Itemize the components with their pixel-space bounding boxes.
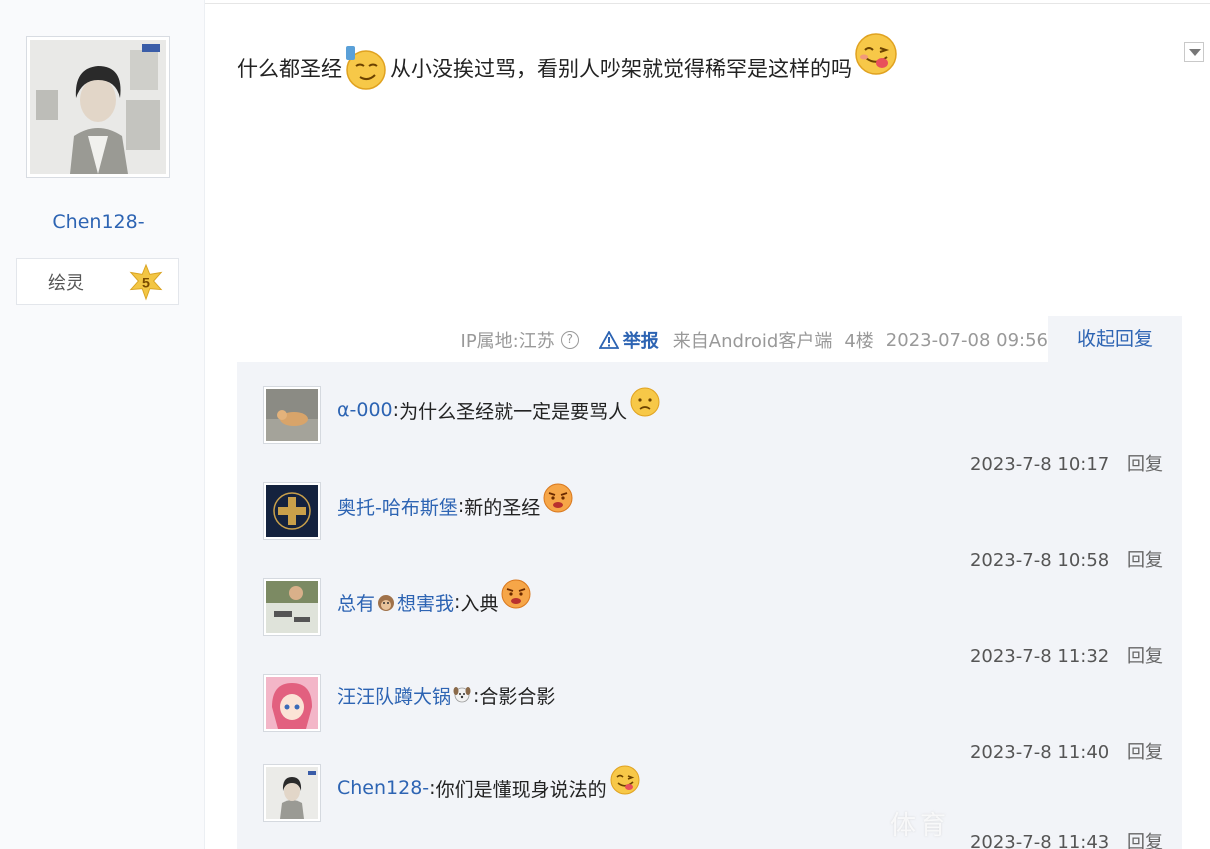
reply-text: 合影合影	[479, 686, 556, 708]
reply-avatar[interactable]	[263, 764, 321, 822]
post-datetime: 2023-07-08 09:56	[885, 329, 1048, 351]
tieba-post: Chen128- 绘灵 5 什么都圣经 从小没挨过骂，看别人吵架就觉得稀罕是这样…	[0, 0, 1210, 849]
author-name[interactable]: Chen128-	[0, 211, 197, 233]
dog-emoji-icon	[453, 686, 471, 702]
reply-time: 2023-7-8 10:58	[969, 550, 1110, 571]
post-text-part2: 从小没挨过骂，看别人吵架就觉得稀罕是这样的吗	[390, 57, 852, 81]
post-meta: IP属地:江苏 ? 举报 来自Android客户端 4楼 2023-07-08 …	[0, 326, 1048, 354]
level-title: 绘灵	[48, 273, 84, 294]
reply-meta: 2023-7-8 10:58 回复	[970, 546, 1163, 572]
reply-button[interactable]: 回复	[1127, 550, 1163, 571]
smug-emoji-icon	[346, 46, 386, 90]
reply-avatar[interactable]	[263, 386, 321, 444]
reply-username[interactable]: α-000	[337, 399, 393, 421]
angry-emoji-icon	[543, 483, 573, 513]
tongue-out-emoji-icon	[855, 33, 897, 75]
level-star-icon: 5	[129, 263, 163, 301]
avatar-image	[30, 40, 166, 174]
reply-username[interactable]: 奥托-哈布斯堡	[337, 493, 458, 520]
reply-time: 2023-7-8 11:40	[969, 742, 1110, 763]
reply-content: Chen128- : 你们是懂现身说法的	[337, 765, 641, 804]
reply-text: 新的圣经	[464, 496, 541, 519]
post-text-part1: 什么都圣经	[237, 57, 342, 81]
monkey-emoji-icon	[378, 594, 395, 611]
reply-button[interactable]: 回复	[1127, 832, 1163, 849]
author-avatar[interactable]	[26, 36, 170, 178]
post-menu-dropdown[interactable]	[1184, 42, 1204, 62]
reply-meta: 2023-7-8 10:17 回复	[970, 450, 1163, 476]
reply-username-part2: 想害我	[397, 592, 455, 615]
reply-content: 汪汪队蹲大锅 : 合影合影	[337, 682, 555, 709]
reply-avatar[interactable]	[263, 578, 321, 636]
reply-text: 你们是懂现身说法的	[435, 778, 607, 801]
reply-button[interactable]: 回复	[1127, 454, 1163, 475]
reply-username[interactable]: 总有 想害我	[337, 589, 454, 616]
avatar-image	[266, 389, 318, 441]
reply-username[interactable]: Chen128-	[337, 777, 429, 799]
reply-avatar[interactable]	[263, 482, 321, 540]
level-badge[interactable]: 绘灵 5	[16, 258, 179, 305]
reply-button[interactable]: 回复	[1127, 646, 1163, 667]
client-source: 来自Android客户端	[672, 331, 833, 352]
divider	[205, 3, 1210, 4]
reply-meta: 2023-7-8 11:32 回复	[970, 642, 1163, 668]
collapse-replies-button[interactable]: 收起回复	[1048, 316, 1182, 362]
report-button[interactable]: 举报	[598, 327, 659, 353]
reply-username[interactable]: 汪汪队蹲大锅	[337, 682, 451, 709]
avatar-image	[266, 677, 318, 729]
reply-time: 2023-7-8 11:43	[969, 832, 1110, 849]
reply-content: 总有 想害我 : 入典	[337, 579, 532, 618]
angry-emoji-icon	[501, 579, 531, 609]
avatar-image	[266, 581, 318, 633]
reply-avatar[interactable]	[263, 674, 321, 732]
level-number: 5	[142, 276, 150, 292]
floor-number: 4楼	[844, 331, 874, 352]
ip-location: IP属地:江苏	[460, 331, 555, 352]
avatar-image	[266, 767, 318, 819]
reply-time: 2023-7-8 11:32	[969, 646, 1110, 667]
reply-panel: α-000 : 为什么圣经就一定是要骂人 2023-7-8 10:17 回复 奥…	[237, 362, 1182, 849]
watermark: 体育	[890, 811, 951, 841]
reply-content: α-000 : 为什么圣经就一定是要骂人	[337, 387, 661, 426]
report-label: 举报	[622, 331, 659, 352]
reply-username-part1: 总有	[337, 592, 376, 615]
reply-content: 奥托-哈布斯堡 : 新的圣经	[337, 483, 574, 522]
tongue-out-emoji-icon	[610, 765, 640, 795]
avatar-image	[266, 485, 318, 537]
worried-emoji-icon	[630, 387, 660, 417]
post-content: 什么都圣经 从小没挨过骂，看别人吵架就觉得稀罕是这样的吗	[237, 33, 900, 98]
reply-meta: 2023-7-8 11:40 回复	[970, 738, 1163, 764]
reply-meta: 2023-7-8 11:43 回复	[970, 828, 1163, 849]
reply-button[interactable]: 回复	[1127, 742, 1163, 763]
author-sidebar: Chen128- 绘灵 5	[0, 0, 205, 849]
help-icon[interactable]: ?	[560, 331, 579, 349]
warning-icon	[598, 331, 619, 349]
reply-time: 2023-7-8 10:17	[969, 454, 1110, 475]
reply-text: 为什么圣经就一定是要骂人	[399, 400, 628, 423]
reply-text: 入典	[460, 592, 499, 615]
